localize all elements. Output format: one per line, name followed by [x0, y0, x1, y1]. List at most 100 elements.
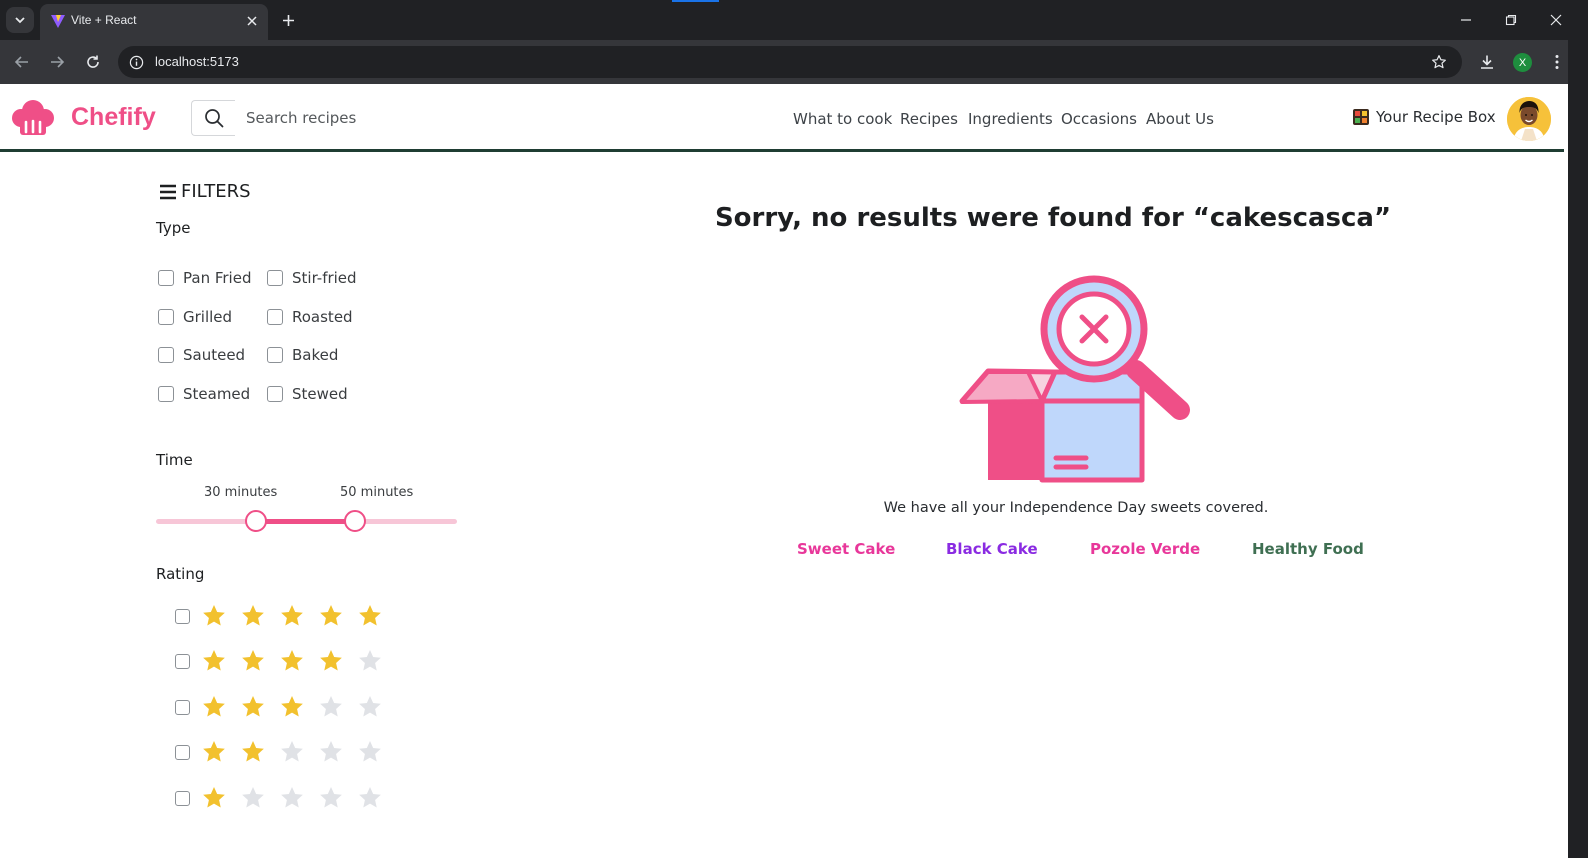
arrow-left-icon — [14, 56, 28, 68]
type-option-label: Steamed — [183, 385, 251, 403]
kebab-menu-icon[interactable] — [1547, 52, 1567, 72]
forward-button[interactable] — [46, 51, 68, 73]
rating-checkbox[interactable] — [175, 699, 190, 715]
rating-option-3-stars[interactable] — [175, 694, 396, 720]
type-option-baked[interactable]: Baked — [267, 346, 338, 364]
type-option-steamed[interactable]: Steamed — [158, 385, 250, 403]
browser-toolbar: localhost:5173 X — [0, 40, 1568, 84]
star-empty-icon — [242, 786, 264, 808]
rating-option-5-stars[interactable] — [175, 603, 396, 629]
reload-button[interactable] — [82, 51, 104, 73]
restore-button[interactable] — [1501, 10, 1521, 30]
star-empty-icon — [359, 740, 381, 762]
type-option-label: Roasted — [292, 308, 353, 326]
search-icon — [204, 109, 223, 128]
close-window-button[interactable] — [1546, 10, 1566, 30]
star-empty-icon — [359, 786, 381, 808]
type-option-pan-fried[interactable]: Pan Fried — [158, 269, 251, 287]
app-header: Chefify What to cook Recipes Ingredients… — [0, 86, 1564, 152]
chevron-down-icon — [15, 17, 25, 24]
type-option-label: Baked — [292, 346, 339, 364]
type-option-sauteed[interactable]: Sauteed — [158, 346, 245, 364]
type-option-label: Stir-fried — [292, 269, 357, 287]
star-filled-icon — [203, 740, 225, 762]
type-option-stewed[interactable]: Stewed — [267, 385, 348, 403]
rating-checkbox[interactable] — [175, 744, 190, 760]
search-box — [191, 100, 435, 136]
download-icon[interactable] — [1477, 52, 1497, 72]
type-option-label: Grilled — [183, 308, 233, 326]
star-filled-icon — [281, 695, 303, 717]
rating-option-4-stars[interactable] — [175, 648, 396, 674]
vite-favicon-icon — [51, 15, 65, 28]
rating-option-1-stars[interactable] — [175, 785, 396, 811]
search-input[interactable] — [235, 100, 435, 136]
type-option-label: Stewed — [292, 385, 348, 403]
nav-about-us[interactable]: About Us — [1146, 110, 1214, 128]
nav-recipes[interactable]: Recipes — [900, 110, 958, 128]
time-section-label: Time — [156, 451, 193, 469]
suggestion-black-cake[interactable]: Black Cake — [946, 540, 1038, 558]
type-checkbox[interactable] — [158, 386, 174, 402]
type-checkbox[interactable] — [267, 309, 283, 325]
bookmark-star-icon[interactable] — [1430, 53, 1448, 71]
brand-name[interactable]: Chefify — [71, 103, 156, 132]
suggestion-sweet-cake[interactable]: Sweet Cake — [797, 540, 895, 558]
star-empty-icon — [359, 649, 381, 671]
filters-heading[interactable]: FILTERS — [159, 181, 251, 202]
tab-close-icon[interactable] — [244, 13, 260, 29]
new-tab-button[interactable] — [278, 10, 298, 30]
time-slider-max-thumb[interactable] — [344, 510, 366, 532]
rating-checkbox[interactable] — [175, 653, 190, 669]
type-option-roasted[interactable]: Roasted — [267, 308, 353, 326]
type-checkbox[interactable] — [158, 347, 174, 363]
time-slider-min-thumb[interactable] — [245, 510, 267, 532]
suggestion-pozole-verde[interactable]: Pozole Verde — [1090, 540, 1200, 558]
page-scrollbar[interactable] — [1568, 0, 1588, 858]
type-checkbox[interactable] — [158, 309, 174, 325]
no-results-message: Sorry, no results were found for — [714, 203, 1193, 233]
star-empty-icon — [320, 740, 342, 762]
restore-icon — [1505, 14, 1517, 26]
rating-option-2-stars[interactable] — [175, 739, 396, 765]
star-filled-icon — [242, 649, 264, 671]
type-option-label: Pan Fried — [183, 269, 252, 287]
browser-tab-bar: Vite + React — [0, 0, 1568, 40]
star-empty-icon — [281, 740, 303, 762]
tab-title: Vite + React — [71, 13, 137, 27]
plus-icon — [282, 14, 294, 26]
star-filled-icon — [320, 604, 342, 626]
nav-occasions[interactable]: Occasions — [1061, 110, 1137, 128]
chef-hat-logo-icon[interactable] — [12, 98, 54, 138]
star-filled-icon — [281, 604, 303, 626]
suggestion-healthy-food[interactable]: Healthy Food — [1252, 540, 1364, 558]
type-option-label: Sauteed — [183, 346, 246, 364]
type-checkbox[interactable] — [158, 270, 174, 286]
back-button[interactable] — [11, 51, 33, 73]
user-avatar[interactable] — [1507, 97, 1551, 141]
site-info-icon[interactable] — [128, 54, 144, 70]
type-option-stir-fried[interactable]: Stir-fried — [267, 269, 357, 287]
rating-checkbox[interactable] — [175, 790, 190, 806]
reload-icon — [87, 55, 99, 68]
star-filled-icon — [203, 786, 225, 808]
nav-ingredients[interactable]: Ingredients — [968, 110, 1053, 128]
star-empty-icon — [320, 695, 342, 717]
star-filled-icon — [281, 649, 303, 671]
type-checkbox[interactable] — [267, 270, 283, 286]
address-bar[interactable]: localhost:5173 — [118, 46, 1462, 78]
search-button[interactable] — [191, 100, 235, 136]
profile-avatar-button[interactable]: X — [1513, 53, 1532, 72]
minimize-button[interactable] — [1456, 10, 1476, 30]
no-results-heading: Sorry, no results were found for “cakesc… — [650, 203, 1456, 233]
tab-list-button[interactable] — [6, 7, 34, 33]
type-checkbox[interactable] — [267, 386, 283, 402]
minimize-icon — [1461, 19, 1471, 21]
hamburger-menu-icon — [160, 184, 176, 199]
rating-checkbox[interactable] — [175, 608, 190, 624]
nav-what-to-cook[interactable]: What to cook — [793, 110, 892, 128]
type-option-grilled[interactable]: Grilled — [158, 308, 232, 326]
type-checkbox[interactable] — [267, 347, 283, 363]
browser-tab[interactable]: Vite + React — [40, 4, 268, 40]
recipe-box-button[interactable]: Your Recipe Box — [1352, 108, 1496, 126]
